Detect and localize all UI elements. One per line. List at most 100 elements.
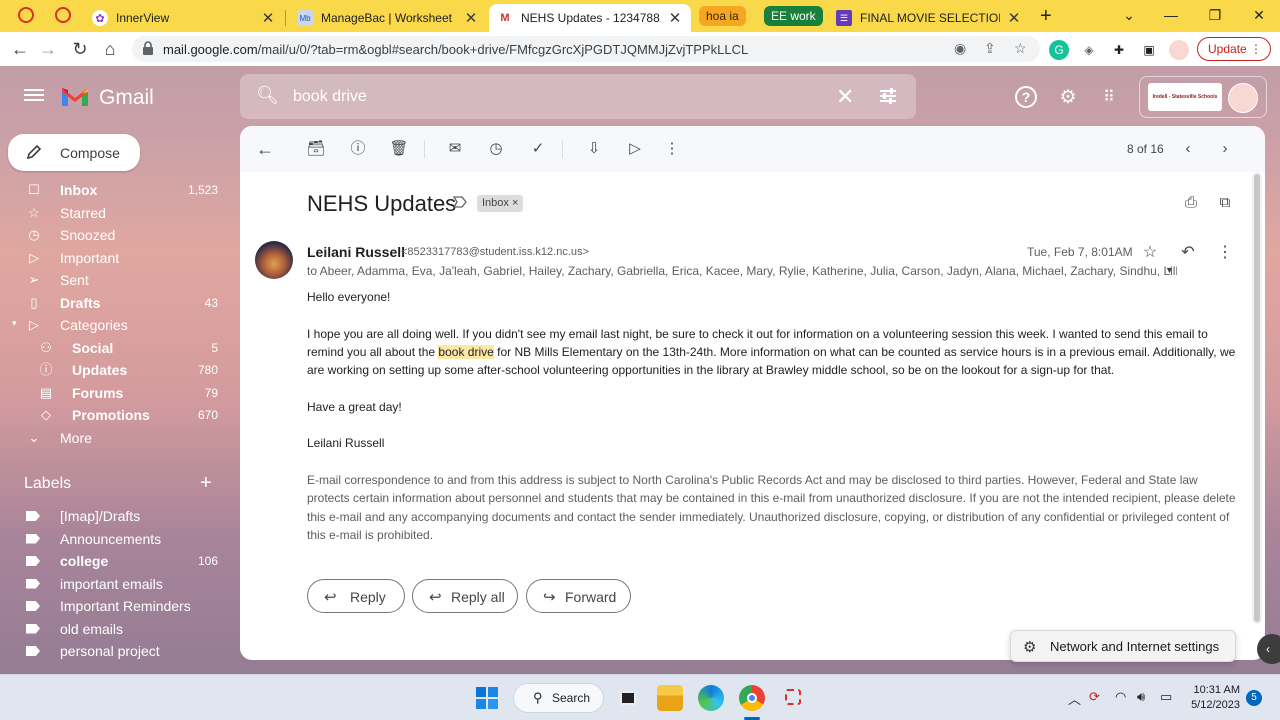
report-spam-icon[interactable]: ⓘ bbox=[348, 139, 368, 159]
sender-avatar[interactable] bbox=[255, 241, 293, 279]
forward-icon[interactable]: → bbox=[37, 38, 59, 60]
label-item[interactable]: Important Reminders bbox=[0, 595, 230, 618]
newer-icon[interactable]: ‹ bbox=[1178, 139, 1198, 159]
task-view-icon[interactable] bbox=[616, 685, 642, 711]
back-icon[interactable]: ← bbox=[9, 38, 31, 60]
more-vert-icon[interactable]: ⋮ bbox=[1215, 242, 1235, 262]
tab-search-chevron-icon[interactable]: ⌄ bbox=[1112, 4, 1146, 26]
label-item[interactable]: Announcements bbox=[0, 528, 230, 551]
tab-close-icon[interactable]: ✕ bbox=[463, 9, 479, 27]
account-switcher[interactable]: Iredell - Statesville Schools bbox=[1139, 76, 1267, 118]
battery-icon[interactable]: ▭ bbox=[1160, 689, 1172, 705]
sync-icon[interactable]: ⟳ bbox=[1089, 689, 1100, 705]
search-options-icon[interactable] bbox=[878, 86, 898, 106]
nav-item-forums[interactable]: ▤ Forums 79 bbox=[0, 382, 230, 405]
home-icon[interactable]: ⌂ bbox=[99, 38, 121, 60]
notification-badge[interactable]: 5 bbox=[1246, 690, 1262, 706]
add-to-tasks-icon[interactable]: ✓ bbox=[528, 139, 548, 159]
scrollbar-thumb[interactable] bbox=[1254, 174, 1260, 622]
side-panel-toggle-icon[interactable]: ‹ bbox=[1257, 634, 1280, 664]
remove-label-icon[interactable]: × bbox=[512, 197, 518, 209]
tab-final-movie-selection[interactable]: ☰ FINAL MOVIE SELECTION !! - ✕ bbox=[828, 4, 1030, 32]
nav-item-updates[interactable]: ⓘ Updates 780 bbox=[0, 359, 230, 382]
tab-group-ee-work[interactable]: EE work bbox=[764, 6, 823, 26]
sidepanel-icon[interactable]: ▣ bbox=[1139, 40, 1159, 60]
tab-innerview[interactable]: ✿ InnerView ✕ bbox=[84, 4, 284, 32]
mark-unread-icon[interactable]: ✉ bbox=[445, 139, 465, 159]
inbox-label-chip[interactable]: Inbox × bbox=[477, 195, 524, 212]
tab-nehs-updates[interactable]: M NEHS Updates - 12347881@ ✕ bbox=[489, 4, 691, 32]
puzzle-icon[interactable]: ✚ bbox=[1109, 40, 1129, 60]
nav-item-social[interactable]: ⚇ Social 5 bbox=[0, 337, 230, 360]
nav-item-inbox[interactable]: ☐ Inbox 1,523 bbox=[0, 179, 230, 202]
back-to-list-icon[interactable]: ← bbox=[255, 139, 275, 159]
compose-button[interactable]: Compose bbox=[8, 134, 140, 171]
reply-all-button[interactable]: ↩ Reply all bbox=[412, 579, 518, 613]
settings-gear-icon[interactable]: ⚙ bbox=[1056, 86, 1080, 110]
archive-icon[interactable]: 🗃︎ bbox=[306, 139, 326, 159]
profile-avatar[interactable] bbox=[1169, 40, 1189, 60]
open-new-window-icon[interactable]: ⧉ bbox=[1215, 194, 1235, 214]
search-input[interactable]: book drive bbox=[293, 88, 367, 106]
nav-item-categories[interactable]: ▾ ▷ Categories bbox=[0, 314, 230, 337]
snipping-tool-icon[interactable] bbox=[781, 685, 807, 711]
minimize-icon[interactable]: — bbox=[1154, 4, 1188, 26]
extension-icon[interactable]: ◈ bbox=[1079, 40, 1099, 60]
reply-icon[interactable]: ↶ bbox=[1178, 242, 1198, 262]
network-settings-tooltip[interactable]: ⚙ Network and Internet settings bbox=[1010, 630, 1236, 662]
address-bar[interactable]: mail.google.com/mail/u/0/?tab=rm&ogbl#se… bbox=[132, 36, 1040, 62]
star-icon[interactable]: ☆ bbox=[1140, 242, 1160, 262]
help-icon[interactable]: ? bbox=[1015, 86, 1037, 108]
reload-icon[interactable]: ↻ bbox=[69, 38, 91, 60]
search-icon[interactable]: 🔍︎ bbox=[256, 85, 279, 106]
restore-icon[interactable]: ❐ bbox=[1198, 4, 1232, 26]
show-details-icon[interactable]: ▼ bbox=[1165, 265, 1174, 275]
snooze-icon[interactable]: ◷ bbox=[486, 139, 506, 159]
file-explorer-icon[interactable] bbox=[657, 685, 683, 711]
main-menu-icon[interactable] bbox=[24, 86, 44, 104]
new-tab-icon[interactable]: + bbox=[1040, 5, 1052, 28]
window-close-icon[interactable]: ✕ bbox=[1242, 4, 1276, 26]
label-item[interactable]: college 106 bbox=[0, 550, 230, 573]
grammarly-icon[interactable]: G bbox=[1049, 40, 1069, 60]
wifi-icon[interactable]: ◠ bbox=[1115, 689, 1126, 705]
forward-button[interactable]: ↪ Forward bbox=[526, 579, 631, 613]
importance-marker-icon[interactable] bbox=[453, 196, 467, 208]
nav-item-snoozed[interactable]: ◷ Snoozed bbox=[0, 224, 230, 247]
nav-item-promotions[interactable]: ◇ Promotions 670 bbox=[0, 404, 230, 427]
reply-button[interactable]: ↩ Reply bbox=[307, 579, 405, 613]
label-item[interactable]: personal project bbox=[0, 640, 230, 663]
nav-item-drafts[interactable]: ▯ Drafts 43 bbox=[0, 292, 230, 315]
message-scrollbar[interactable] bbox=[1252, 172, 1262, 624]
add-label-icon[interactable]: + bbox=[200, 472, 212, 495]
tab-managebac[interactable]: Mb ManageBac | Worksheet ✕ bbox=[289, 4, 487, 32]
eye-icon[interactable]: ◉ bbox=[954, 40, 966, 57]
account-avatar[interactable] bbox=[1228, 83, 1258, 113]
label-item[interactable]: old emails bbox=[0, 618, 230, 641]
sender-name[interactable]: Leilani Russell bbox=[307, 244, 405, 260]
more-options-icon[interactable]: ⋮ bbox=[662, 139, 682, 159]
tab-close-icon[interactable]: ✕ bbox=[260, 9, 276, 27]
tab-close-icon[interactable]: ✕ bbox=[1006, 9, 1022, 27]
start-icon[interactable] bbox=[476, 687, 498, 709]
delete-icon[interactable]: 🗑︎ bbox=[389, 139, 409, 159]
share-icon[interactable]: ⇪ bbox=[984, 40, 996, 57]
update-button[interactable]: Update ⋮ bbox=[1197, 37, 1271, 61]
label-item[interactable]: [Imap]/Drafts bbox=[0, 505, 230, 528]
chevron-down-icon[interactable]: ▾ bbox=[12, 318, 17, 329]
print-icon[interactable]: ⎙ bbox=[1181, 194, 1201, 214]
clear-search-icon[interactable]: ✕ bbox=[836, 84, 854, 110]
tab-close-icon[interactable]: ✕ bbox=[667, 9, 683, 27]
taskbar-search[interactable]: ⚲ Search bbox=[513, 683, 604, 713]
older-icon[interactable]: › bbox=[1215, 139, 1235, 159]
taskbar-clock[interactable]: 10:31 AM 5/12/2023 bbox=[1184, 683, 1240, 713]
nav-item-important[interactable]: ▷ Important bbox=[0, 247, 230, 270]
labels-icon[interactable]: ▷ bbox=[625, 139, 645, 159]
edge-icon[interactable] bbox=[698, 685, 724, 711]
bookmark-star-icon[interactable]: ☆ bbox=[1014, 40, 1027, 57]
tab-group-hoa-ia[interactable]: hoa ia bbox=[699, 6, 746, 26]
tab-innerview-favicon-extra[interactable] bbox=[55, 7, 71, 23]
apps-grid-icon[interactable]: ⠿ bbox=[1097, 86, 1121, 110]
chrome-icon[interactable] bbox=[739, 685, 765, 711]
tab-search-icon[interactable] bbox=[18, 7, 34, 23]
